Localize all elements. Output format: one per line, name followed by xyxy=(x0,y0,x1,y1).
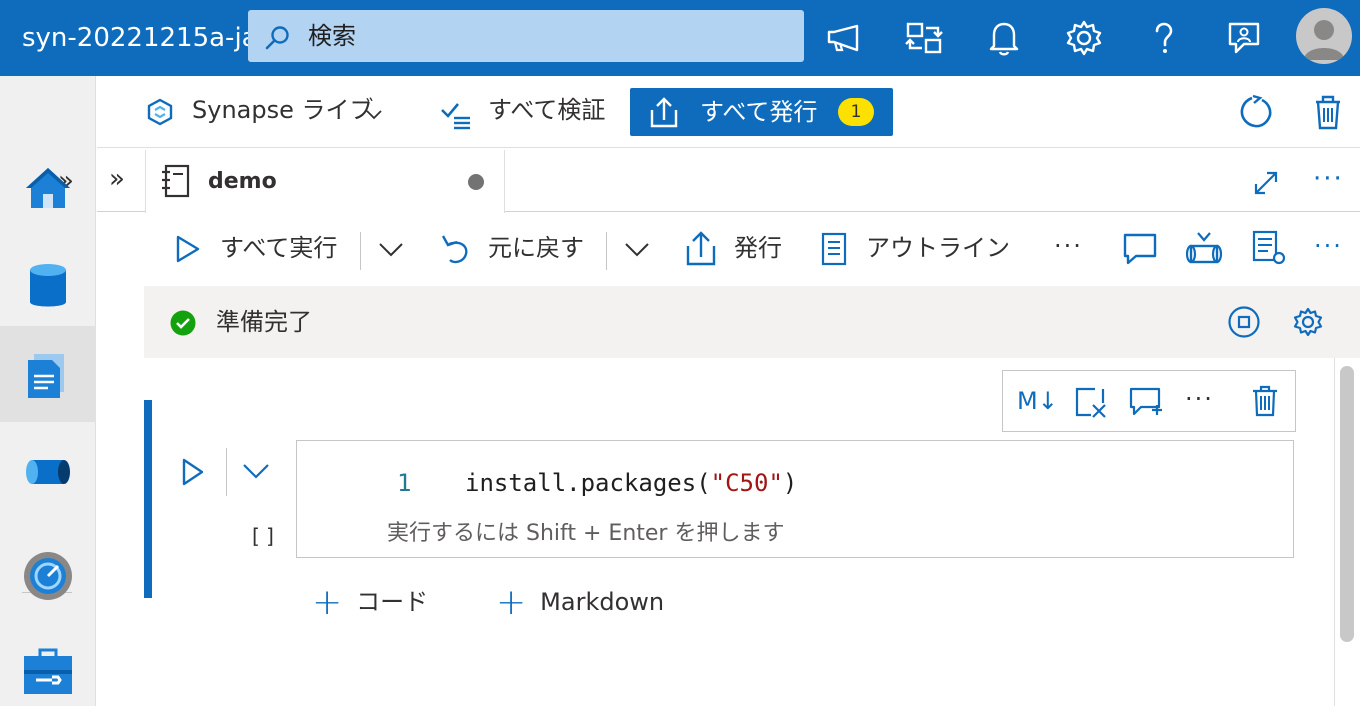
cell-run-options-icon[interactable] xyxy=(242,460,270,482)
stop-session-icon[interactable] xyxy=(1228,306,1260,338)
toolbar-separator xyxy=(606,232,607,270)
manage-icon xyxy=(24,648,72,694)
publish-all-button[interactable]: すべて発行 1 xyxy=(630,88,893,136)
monitor-icon xyxy=(24,552,72,600)
settings-icon[interactable] xyxy=(1064,18,1104,58)
code-text-end: ) xyxy=(782,469,798,497)
run-options-chevron-icon[interactable] xyxy=(378,238,404,260)
session-status-bar: 準備完了 xyxy=(144,286,1360,358)
toolbar-overflow-icon[interactable]: ··· xyxy=(1314,230,1343,262)
refresh-icon[interactable] xyxy=(1238,94,1274,130)
code-line[interactable]: install.packages("C50") xyxy=(465,469,797,497)
tab-demo[interactable]: demo xyxy=(145,150,505,213)
search-icon xyxy=(264,24,292,52)
left-nav: » xyxy=(0,76,96,706)
outline-icon xyxy=(820,232,848,266)
cell-toolbar: M↓ ··· xyxy=(1002,370,1296,432)
nav-develop[interactable] xyxy=(0,326,96,422)
directory-switch-icon[interactable] xyxy=(904,18,944,58)
run-all-icon xyxy=(174,234,202,264)
toolbar-more-icon[interactable]: ··· xyxy=(1054,230,1083,262)
add-code-cell-button[interactable]: + コード xyxy=(312,582,429,623)
integrate-icon xyxy=(26,460,70,484)
validate-icon xyxy=(440,98,472,130)
add-comment-icon[interactable] xyxy=(1129,387,1165,417)
unsaved-indicator xyxy=(468,174,484,190)
notifications-icon[interactable] xyxy=(984,18,1024,58)
publish-button[interactable]: 発行 xyxy=(734,232,782,264)
announcement-icon[interactable] xyxy=(824,18,864,58)
maximize-icon[interactable] xyxy=(1253,170,1279,196)
chevron-down-icon[interactable] xyxy=(364,104,384,124)
tab-strip: » demo ··· xyxy=(97,150,1360,213)
data-icon xyxy=(30,264,66,307)
add-markdown-cell-button[interactable]: + Markdown xyxy=(496,582,665,623)
notebook-icon xyxy=(160,164,190,198)
comments-icon[interactable] xyxy=(1122,232,1158,266)
nav-integrate[interactable] xyxy=(0,426,96,522)
nav-manage[interactable] xyxy=(0,622,96,718)
code-text: install.packages( xyxy=(465,469,711,497)
feedback-icon[interactable] xyxy=(1224,18,1264,58)
active-cell-indicator xyxy=(144,400,152,598)
line-number: 1 xyxy=(397,469,412,497)
publish-all-label: すべて発行 xyxy=(700,98,818,126)
top-bar: syn-20221215a-japaneast xyxy=(0,0,1360,76)
run-cell-icon[interactable] xyxy=(180,456,206,488)
code-string: "C50" xyxy=(710,469,783,497)
synapse-live-icon xyxy=(146,98,174,126)
add-code-label: コード xyxy=(356,588,429,616)
session-settings-icon[interactable] xyxy=(1292,306,1324,338)
validate-all-button[interactable]: すべて検証 xyxy=(488,94,605,126)
vertical-scrollbar[interactable] xyxy=(1340,366,1354,642)
search-input[interactable] xyxy=(308,16,788,56)
workspace-name[interactable]: syn-20221215a-japaneast xyxy=(22,18,248,58)
search-box[interactable] xyxy=(248,10,804,62)
publish-icon xyxy=(648,96,680,128)
delete-cell-icon[interactable] xyxy=(1251,385,1279,417)
nav-home[interactable] xyxy=(0,138,96,234)
plus-icon: + xyxy=(312,582,343,623)
cell-separator xyxy=(226,448,227,496)
help-icon[interactable] xyxy=(1144,18,1184,58)
cell-more-icon[interactable]: ··· xyxy=(1185,383,1214,415)
status-ok-icon xyxy=(170,310,196,336)
markdown-toggle-icon[interactable]: M↓ xyxy=(1017,385,1058,417)
notebook-toolbar: すべて実行 元に戻す 発行 アウトライン ··· ··· xyxy=(144,214,1360,284)
discard-icon[interactable] xyxy=(1310,94,1346,130)
nav-monitor[interactable] xyxy=(0,526,96,622)
plus-icon: + xyxy=(496,582,527,623)
expand-explorer-icon[interactable]: » xyxy=(109,164,125,194)
add-markdown-label: Markdown xyxy=(540,588,665,616)
undo-options-chevron-icon[interactable] xyxy=(624,238,650,260)
clear-output-icon[interactable] xyxy=(1075,387,1107,419)
properties-icon[interactable] xyxy=(1252,230,1286,266)
undo-icon xyxy=(440,232,470,266)
run-all-button[interactable]: すべて実行 xyxy=(220,232,337,264)
variables-icon[interactable] xyxy=(1186,230,1222,266)
toolbar-separator xyxy=(360,232,361,270)
execution-count: [ ] xyxy=(252,524,274,548)
avatar[interactable] xyxy=(1296,8,1352,64)
tab-more-icon[interactable]: ··· xyxy=(1313,164,1344,194)
mode-selector[interactable]: Synapse ライブ xyxy=(192,94,374,126)
run-hint: 実行するには Shift + Enter を押します xyxy=(387,521,785,546)
outline-button[interactable]: アウトライン xyxy=(866,232,1010,264)
nav-data[interactable] xyxy=(0,236,96,332)
undo-button[interactable]: 元に戻す xyxy=(488,232,584,264)
publish-notebook-icon xyxy=(684,230,718,266)
tab-title: demo xyxy=(208,169,277,194)
pending-count-badge: 1 xyxy=(838,98,874,126)
home-icon xyxy=(26,168,70,208)
status-text: 準備完了 xyxy=(216,308,312,336)
develop-icon xyxy=(28,354,64,398)
code-cell-editor[interactable]: 1 install.packages("C50") 実行するには Shift +… xyxy=(296,440,1294,558)
editor-border xyxy=(1334,358,1335,706)
